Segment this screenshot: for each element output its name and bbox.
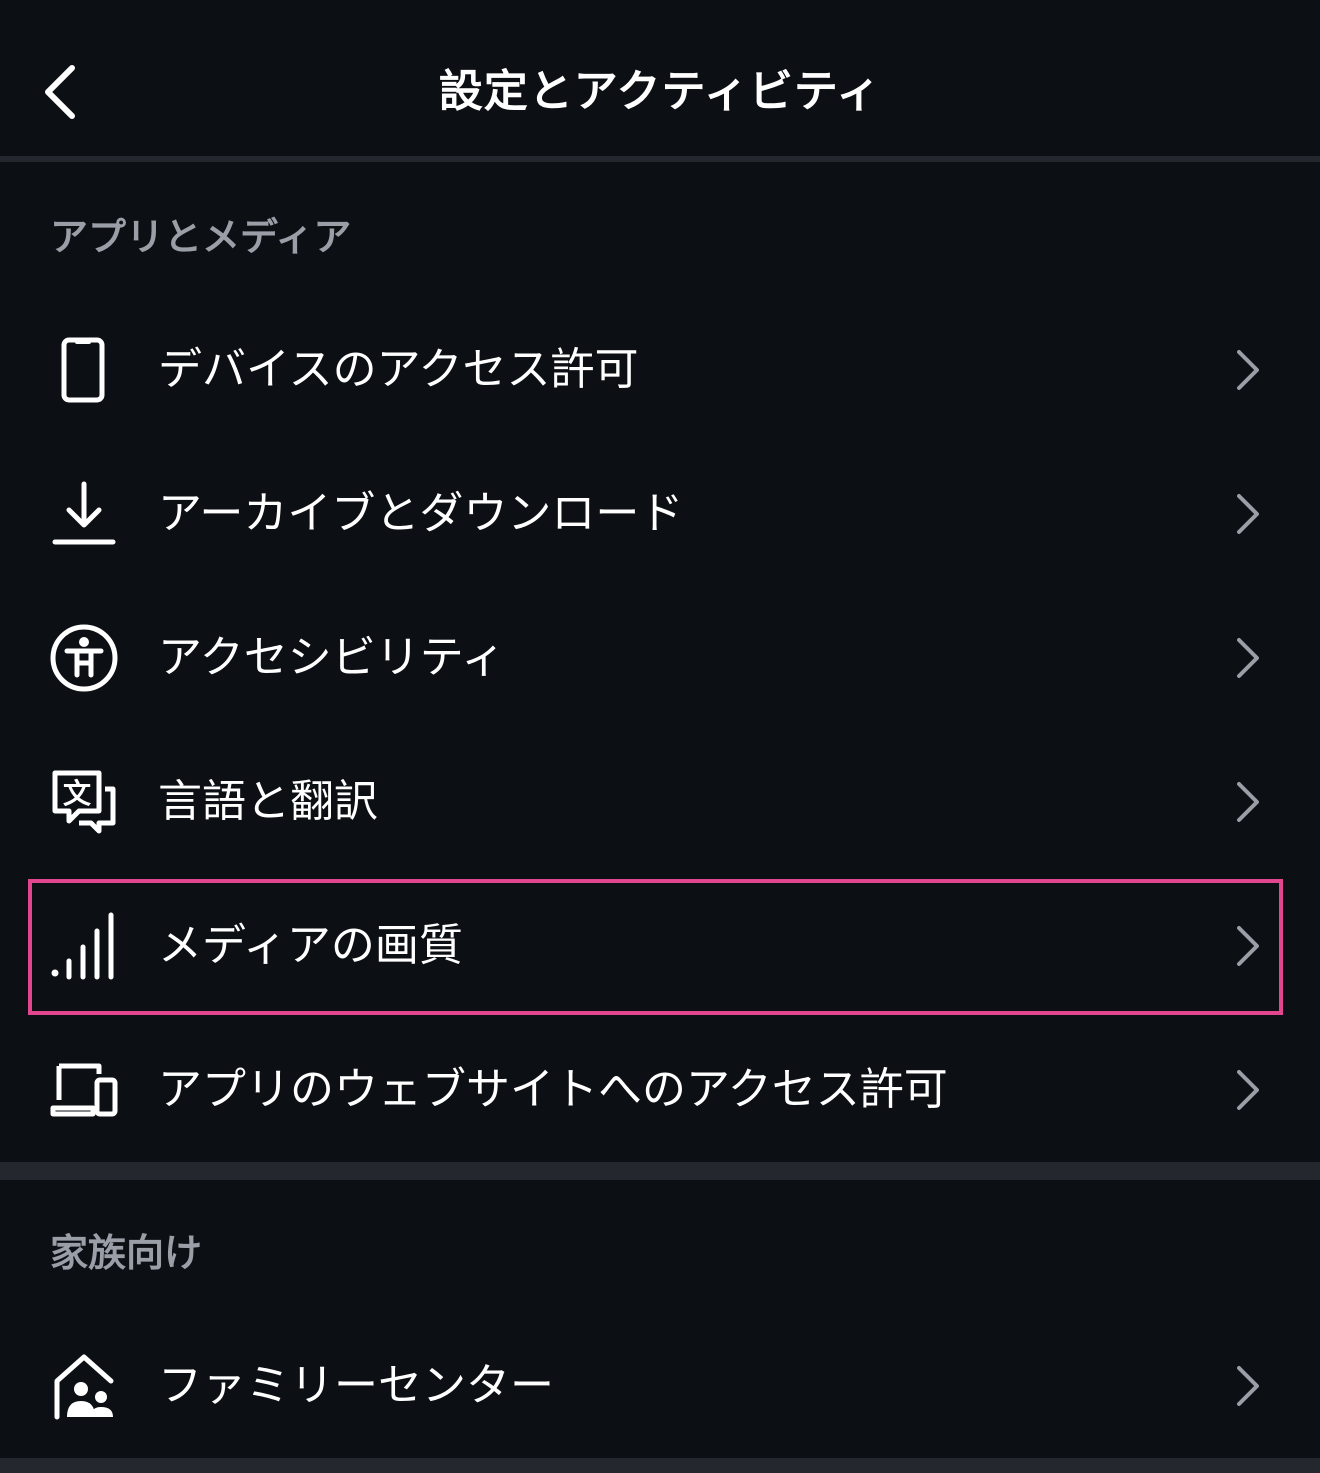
bottom-divider — [0, 1458, 1320, 1473]
row-device-permissions[interactable]: デバイスのアクセス許可 — [0, 298, 1320, 442]
row-archive-download[interactable]: アーカイブとダウンロード — [0, 442, 1320, 586]
page-title: 設定とアクティビティ — [438, 66, 882, 117]
row-app-website-permissions[interactable]: アプリのウェブサイトへのアクセス許可 — [0, 1018, 1320, 1162]
row-label: アーカイブとダウンロード — [158, 488, 684, 539]
download-icon — [44, 479, 124, 549]
section-divider — [0, 1162, 1320, 1180]
accessibility-icon — [44, 623, 124, 693]
row-label: アクセシビリティ — [158, 632, 506, 683]
row-label: ファミリーセンター — [158, 1360, 554, 1411]
chevron-right-icon — [1228, 778, 1268, 826]
row-label: メディアの画質 — [158, 920, 463, 971]
laptop-phone-icon — [44, 1055, 124, 1125]
chevron-right-icon — [1228, 1362, 1268, 1410]
chevron-right-icon — [1228, 346, 1268, 394]
header: 設定とアクティビティ — [0, 0, 1320, 158]
chevron-right-icon — [1228, 490, 1268, 538]
translate-icon: 文 — [44, 767, 124, 837]
row-accessibility[interactable]: アクセシビリティ — [0, 586, 1320, 730]
chevron-right-icon — [1228, 922, 1268, 970]
row-family-center[interactable]: ファミリーセンター — [0, 1314, 1320, 1458]
section-title-family: 家族向け — [50, 1231, 203, 1275]
chevron-right-icon — [1228, 634, 1268, 682]
row-label: アプリのウェブサイトへのアクセス許可 — [158, 1064, 948, 1115]
row-language-translation[interactable]: 文 言語と翻訳 — [0, 730, 1320, 874]
header-divider — [0, 156, 1320, 162]
chevron-right-icon — [1228, 1066, 1268, 1114]
signal-bars-icon — [44, 911, 124, 981]
family-home-icon — [44, 1351, 124, 1421]
row-label: デバイスのアクセス許可 — [158, 344, 639, 395]
section-title-apps-media: アプリとメディア — [50, 215, 352, 259]
row-media-quality[interactable]: メディアの画質 — [0, 874, 1320, 1018]
row-label: 言語と翻訳 — [158, 776, 378, 827]
phone-icon — [44, 335, 124, 405]
svg-text:文: 文 — [63, 777, 91, 810]
